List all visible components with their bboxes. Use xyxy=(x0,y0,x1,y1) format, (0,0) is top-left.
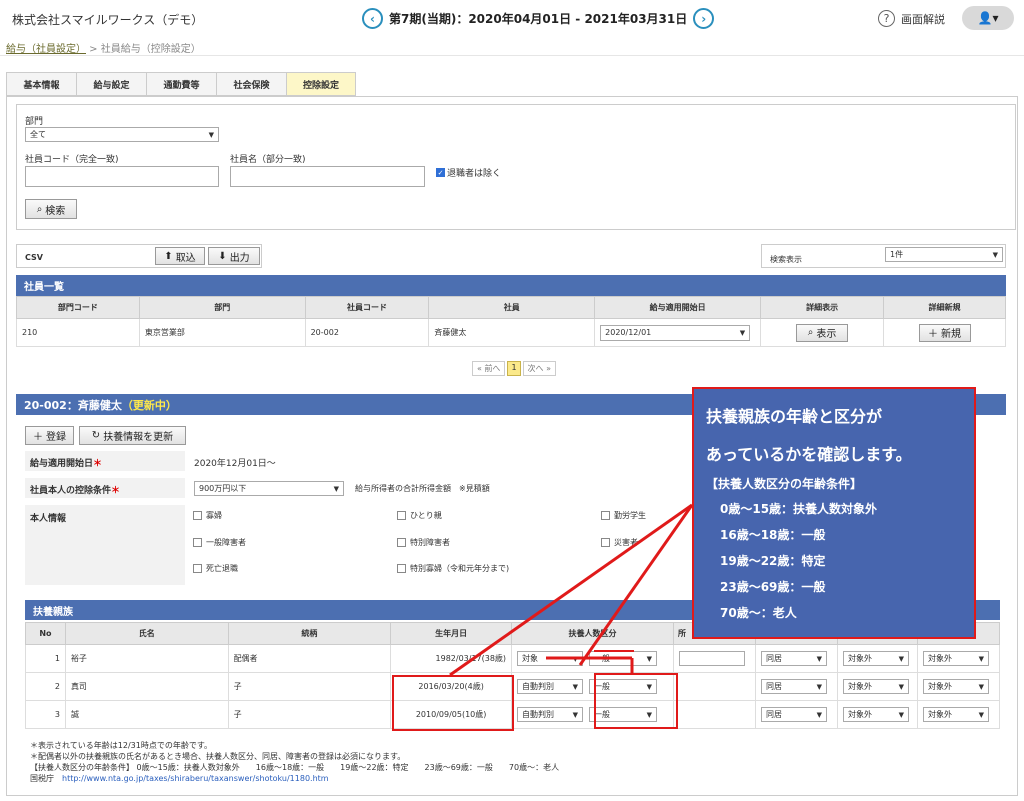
callout-item: 23歳～69歳：一般 xyxy=(720,580,826,594)
callout-item: 70歳～：老人 xyxy=(720,606,797,620)
note-line: 【扶養人数区分の年齢条件】 0歳～15歳：扶養人数対象外 16歳～18歳：一般 … xyxy=(30,763,560,772)
callout-line1: 扶養親族の年齢と区分が xyxy=(706,407,883,426)
callout-head: 【扶養人数区分の年齢条件】 xyxy=(706,477,863,491)
callout-item: 19歳～22歳：特定 xyxy=(720,554,826,568)
callout-box: 扶養親族の年齢と区分が あっているかを確認します。 【扶養人数区分の年齢条件】 … xyxy=(692,387,976,639)
callout-item: 16歳～18歳：一般 xyxy=(720,528,826,542)
notes: ＊表示されている年齢は12/31時点での年齢です。 ＊配偶者以外の扶養親族の氏名… xyxy=(30,740,559,784)
note-line: ＊配偶者以外の扶養親族の氏名があるとき場合、扶養人数区分、同居、障害者の登録は必… xyxy=(30,752,406,761)
nta-link[interactable]: http://www.nta.go.jp/taxes/shiraberu/tax… xyxy=(62,774,329,783)
callout-item: 0歳～15歳：扶養人数対象外 xyxy=(720,502,878,516)
note-line: 国税庁 http://www.nta.go.jp/taxes/shiraberu… xyxy=(30,774,329,783)
note-line: ＊表示されている年齢は12/31時点での年齢です。 xyxy=(30,741,213,750)
callout-line2: あっているかを確認します。 xyxy=(706,445,912,464)
